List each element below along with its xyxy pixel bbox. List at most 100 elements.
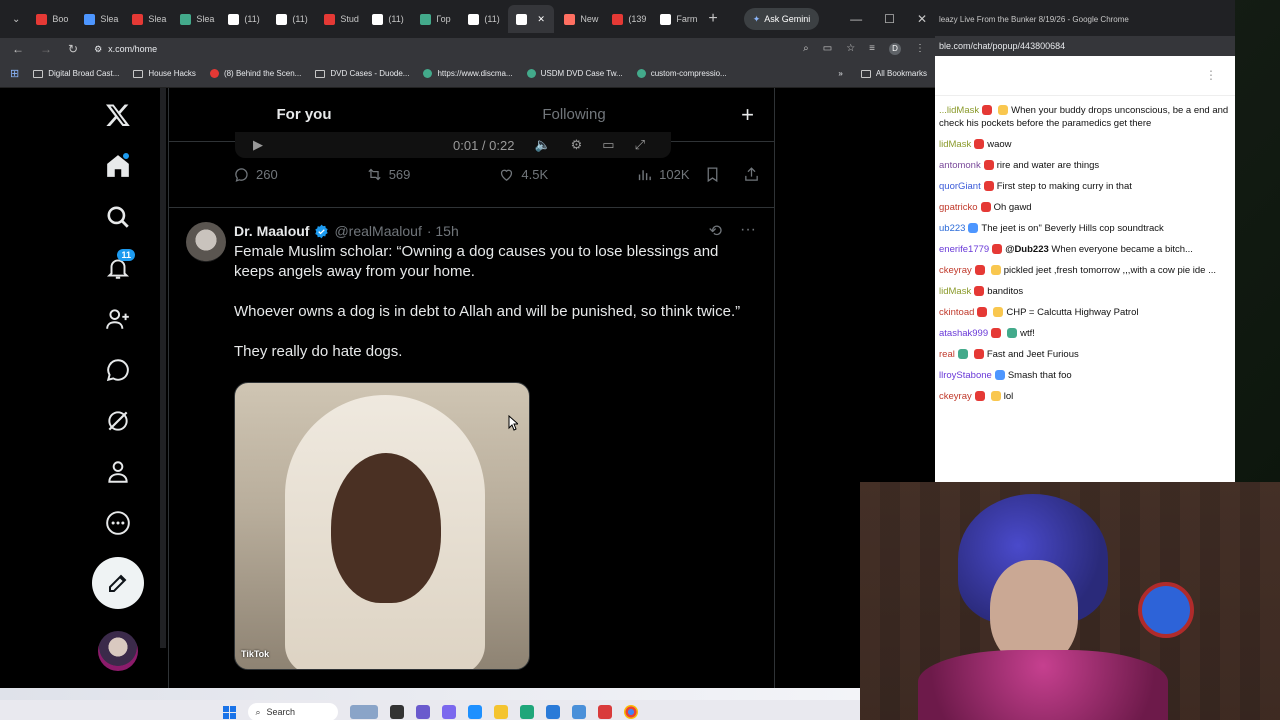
bookmarks-overflow-icon[interactable]: » — [838, 69, 842, 78]
sidebar-scrollbar[interactable] — [160, 88, 166, 648]
add-tab-button[interactable]: + — [741, 102, 754, 128]
chat-username[interactable]: ckeyray — [939, 391, 972, 402]
profile-icon[interactable]: D — [889, 43, 901, 55]
nav-profile[interactable] — [95, 449, 141, 495]
taskbar-app-edge[interactable] — [519, 705, 534, 719]
bookmark-item[interactable]: (8) Behind the Scen... — [209, 69, 301, 78]
zoom-icon[interactable]: ⌕ — [803, 43, 809, 55]
nav-notifications[interactable]: 11 — [95, 245, 141, 291]
chat-username[interactable]: gpatricko — [939, 202, 978, 213]
x-logo[interactable] — [95, 92, 141, 138]
chat-mention[interactable]: @Dub223 — [1005, 244, 1049, 255]
author-name[interactable]: Dr. Maalouf — [234, 223, 309, 239]
taskbar-app-3[interactable] — [441, 705, 456, 719]
nav-follow[interactable] — [95, 296, 141, 342]
chat-username[interactable]: enerife1779 — [939, 244, 989, 255]
nav-explore[interactable] — [95, 194, 141, 240]
nav-messages[interactable] — [95, 347, 141, 393]
browser-tab[interactable]: (139 — [604, 5, 650, 33]
more-options-icon[interactable]: ··· — [740, 221, 756, 241]
chat-username[interactable]: ub223 — [939, 223, 965, 234]
taskbar-app-store[interactable] — [545, 705, 560, 719]
browser-tab[interactable]: (11) — [460, 5, 506, 33]
forward-button[interactable]: → — [40, 42, 52, 56]
chat-username[interactable]: lidMask — [939, 286, 971, 297]
settings-icon[interactable]: ⚙ — [571, 137, 583, 153]
bookmark-item[interactable]: Digital Broad Cast... — [33, 69, 119, 78]
taskbar-app-widgets[interactable] — [349, 705, 378, 719]
taskbar-app-6[interactable] — [597, 705, 612, 719]
reading-list-icon[interactable]: ≡ — [869, 43, 875, 55]
new-tab-button[interactable]: + — [700, 10, 725, 28]
chat-username[interactable]: quorGiant — [939, 181, 981, 192]
views-button[interactable]: 102K — [636, 166, 690, 183]
ask-gemini-button[interactable]: ✦ Ask Gemini — [743, 8, 820, 30]
chat-menu-icon[interactable]: ⋮ — [1205, 68, 1217, 82]
minimize-button[interactable]: — — [850, 12, 862, 26]
bookmark-item[interactable]: House Hacks — [133, 69, 196, 78]
taskbar-app-explorer[interactable] — [493, 705, 508, 719]
browser-tab[interactable]: Гор — [412, 5, 458, 33]
bookmark-item[interactable]: DVD Cases - Duode... — [315, 69, 409, 78]
address-bar[interactable]: ⚙ x.com/home — [94, 44, 157, 55]
tweet-video[interactable]: TikTok — [234, 382, 530, 670]
chat-username[interactable]: llroyStabone — [939, 370, 992, 381]
taskbar-app-2[interactable] — [415, 705, 430, 719]
volume-icon[interactable]: 🔈 — [534, 137, 550, 153]
chat-username[interactable]: real — [939, 349, 955, 360]
bookmark-item[interactable]: USDM DVD Case Tw... — [526, 69, 623, 78]
close-window-button[interactable]: ✕ — [917, 12, 927, 26]
author-handle[interactable]: @realMaalouf — [334, 223, 421, 239]
account-avatar[interactable] — [98, 631, 138, 671]
bookmark-star-icon[interactable]: ☆ — [846, 43, 855, 55]
taskbar-search[interactable]: ⌕ Search — [247, 703, 338, 720]
browser-tab[interactable]: (11) — [220, 5, 266, 33]
all-bookmarks[interactable]: All Bookmarks — [860, 69, 927, 78]
chat-username[interactable]: antomonk — [939, 160, 981, 171]
bookmark-item[interactable]: custom-compressio... — [636, 69, 727, 78]
post-time[interactable]: · 15h — [427, 223, 459, 239]
chat-username[interactable]: lidMask — [939, 139, 971, 150]
grok-explain-icon[interactable]: ⟲ — [709, 221, 722, 241]
bookmark-item[interactable]: https://www.discma... — [423, 69, 513, 78]
share-icon[interactable] — [743, 166, 760, 183]
browser-tab[interactable]: Slea — [172, 5, 218, 33]
close-tab-icon[interactable]: ✕ — [537, 14, 545, 25]
reload-button[interactable]: ↻ — [68, 42, 78, 56]
play-icon[interactable]: ▶ — [253, 137, 263, 153]
tab-search-icon[interactable]: ⌄ — [6, 14, 26, 25]
reply-button[interactable]: 260 — [233, 166, 278, 183]
bookmark-icon[interactable] — [704, 166, 721, 183]
nav-grok[interactable] — [95, 398, 141, 444]
chat-username[interactable]: ckeyray — [939, 265, 972, 276]
taskbar-app-4[interactable] — [467, 705, 482, 719]
apps-icon[interactable]: ⊞ — [10, 67, 19, 80]
site-info-icon[interactable]: ⚙ — [94, 44, 102, 55]
taskbar-app-5[interactable] — [571, 705, 586, 719]
back-button[interactable]: ← — [12, 42, 24, 56]
browser-tab[interactable]: (11) — [364, 5, 410, 33]
chat-username[interactable]: ckintoad — [939, 307, 974, 318]
pip-icon[interactable]: ▭ — [602, 137, 614, 153]
taskbar-app-1[interactable] — [389, 705, 404, 719]
fullscreen-icon[interactable]: ⤢ — [635, 137, 645, 153]
browser-menu-icon[interactable]: ⋮ — [915, 43, 925, 55]
browser-tab[interactable]: Slea — [76, 5, 122, 33]
repost-button[interactable]: 569 — [366, 166, 410, 183]
like-button[interactable]: 4.5K — [498, 166, 548, 183]
maximize-button[interactable]: ☐ — [884, 12, 895, 26]
chat-username[interactable]: atashak999 — [939, 328, 988, 339]
compose-post-button[interactable] — [92, 557, 144, 609]
nav-more[interactable] — [95, 500, 141, 546]
tweet[interactable]: Dr. Maalouf @realMaalouf · 15h ⟲ ··· Fem… — [169, 208, 774, 670]
author-avatar[interactable] — [186, 222, 226, 262]
browser-tab[interactable]: New — [556, 5, 602, 33]
cast-icon[interactable]: ▭ — [823, 43, 832, 55]
browser-tab[interactable]: Stud — [316, 5, 362, 33]
browser-tab[interactable]: Farm — [652, 5, 698, 33]
browser-tab[interactable]: Boo — [28, 5, 74, 33]
browser-tab[interactable]: ✕ — [508, 5, 555, 33]
chat-username[interactable]: ...lidMask — [939, 105, 979, 116]
start-button[interactable] — [222, 705, 236, 719]
browser-tab[interactable]: (11) — [268, 5, 314, 33]
